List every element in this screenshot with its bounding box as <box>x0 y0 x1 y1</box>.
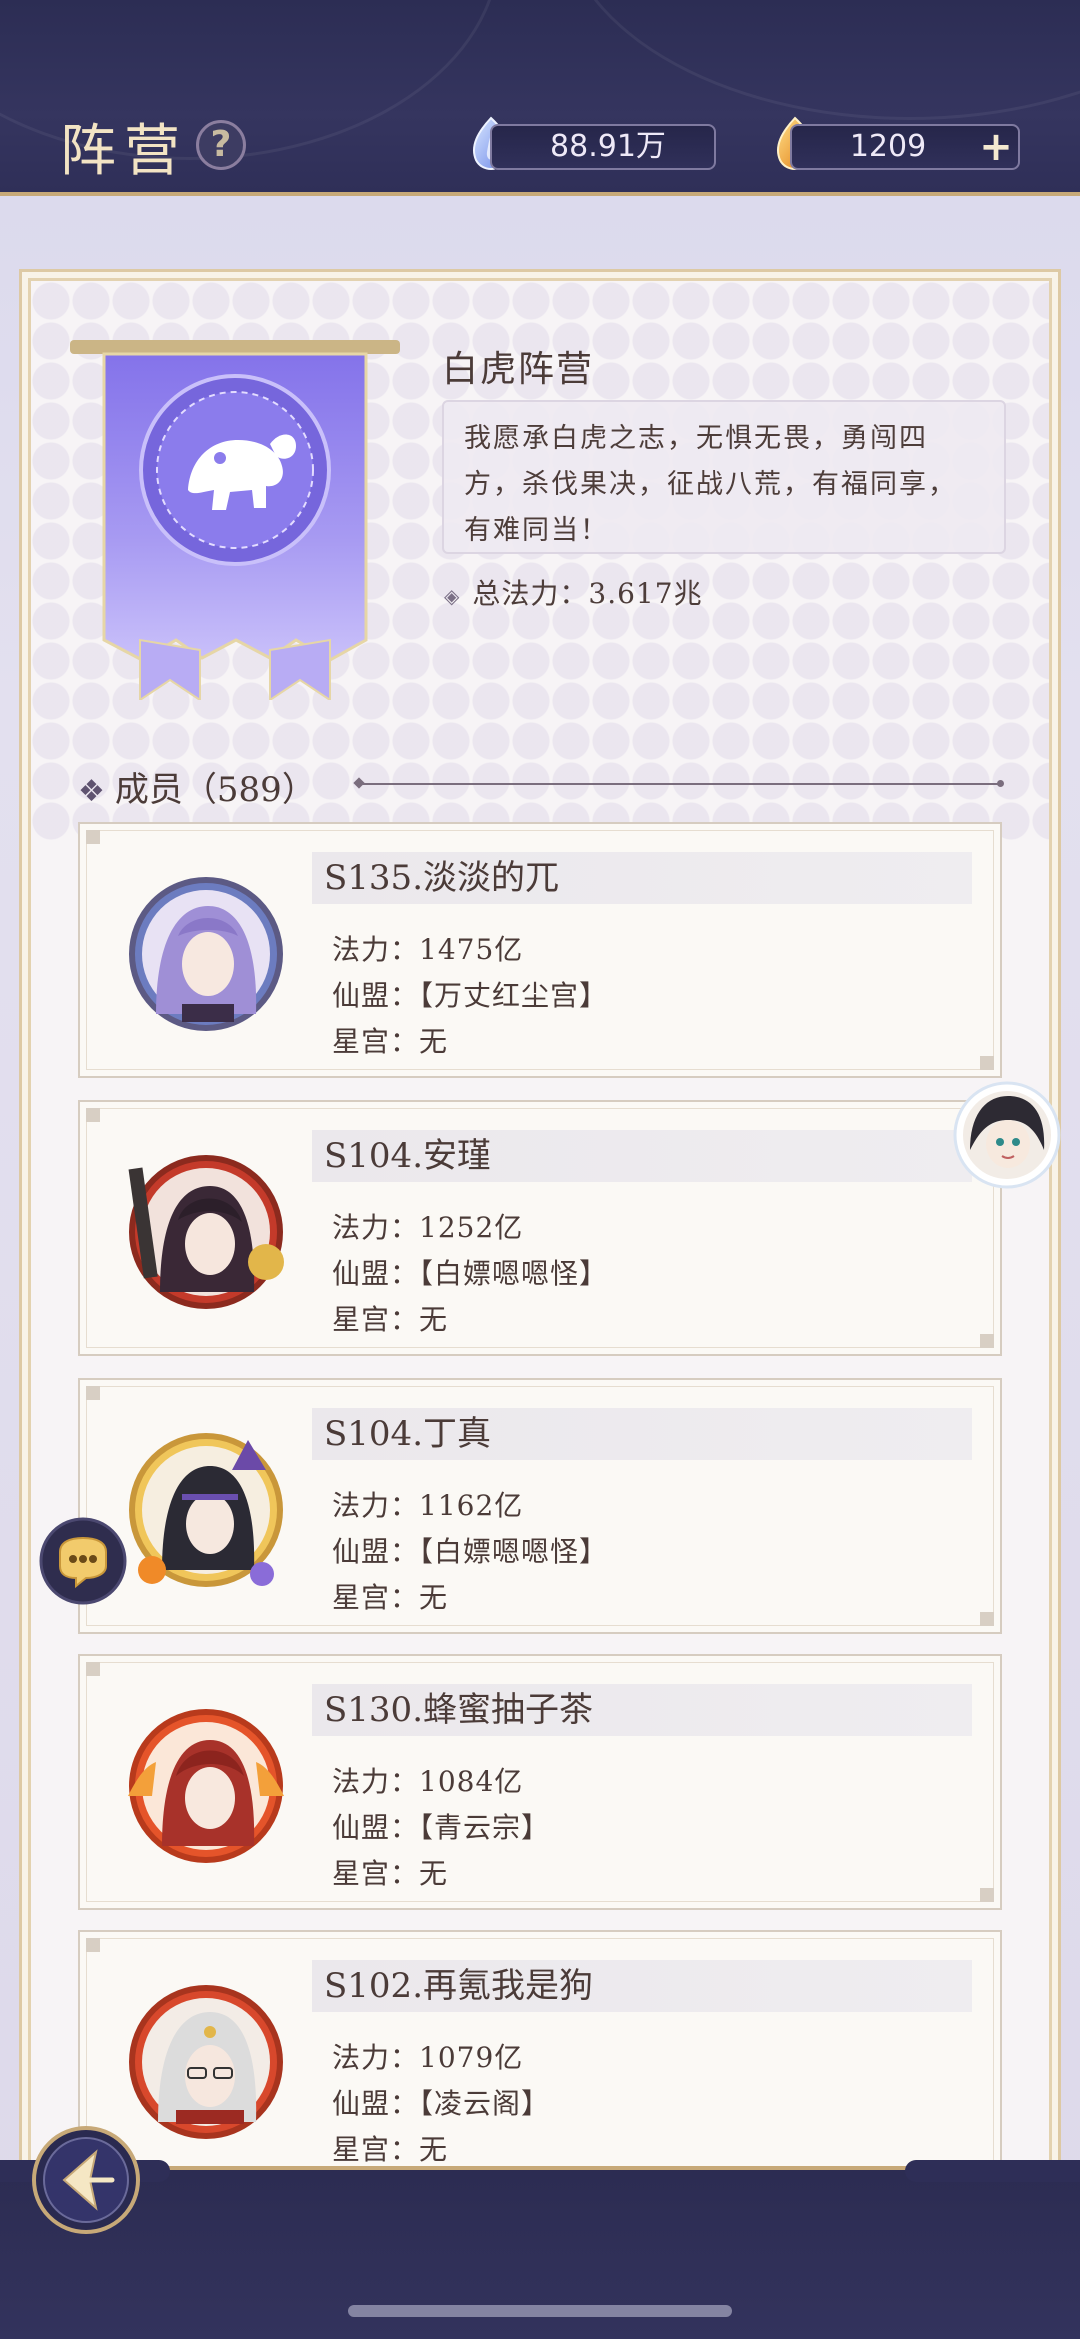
member-name: S104.丁真 <box>312 1408 972 1460</box>
member-palace: 星宫：无 <box>332 1025 449 1058</box>
motto-line: 我愿承白虎之志，无惧无畏，勇闯四 <box>464 423 928 454</box>
members-heading-label: 成员（ <box>114 770 217 810</box>
card-corner-ornament <box>86 1662 100 1676</box>
question-icon[interactable]: ? <box>196 120 246 170</box>
member-power: 法力：1079亿 <box>332 2041 524 2074</box>
faction-total-power: ◈ 总法力：3.617兆 <box>444 572 703 612</box>
members-divider <box>360 780 1004 787</box>
member-power: 法力：1252亿 <box>332 1211 524 1244</box>
member-name: S104.安瑾 <box>312 1130 972 1182</box>
member-card[interactable]: S104.安瑾 法力：1252亿 仙盟：【白嫖嗯嗯怪】 星宫：无 <box>78 1100 1002 1356</box>
member-card[interactable]: S135.淡淡的兀 法力：1475亿 仙盟：【万丈红尘宫】 星宫：无 <box>78 822 1002 1078</box>
member-card[interactable]: S104.丁真 法力：1162亿 仙盟：【白嫖嗯嗯怪】 星宫：无 <box>78 1378 1002 1634</box>
total-power-label: 总法力： <box>472 577 589 610</box>
add-currency-button[interactable]: + <box>976 127 1016 168</box>
faction-motto: 我愿承白虎之志，无惧无畏，勇闯四 方，杀伐果决，征战八荒，有福同享， 有难同当！ <box>442 400 1006 554</box>
card-corner-ornament <box>86 1938 100 1952</box>
diamond-cluster-icon: ❖ <box>78 774 105 809</box>
member-avatar[interactable] <box>116 1142 296 1322</box>
bottom-bar-ornament <box>905 2160 1080 2182</box>
member-name: S102.再氪我是狗 <box>312 1960 972 2012</box>
members-heading-close: ） <box>281 770 316 810</box>
member-power: 法力：1084亿 <box>332 1765 524 1798</box>
card-corner-ornament <box>980 1888 994 1902</box>
member-name: S130.蜂蜜抽子茶 <box>312 1684 972 1736</box>
back-arrow-icon[interactable] <box>30 2124 142 2236</box>
member-alliance: 仙盟：【青云宗】 <box>332 1811 551 1844</box>
member-alliance: 仙盟：【白嫖嗯嗯怪】 <box>332 1257 609 1290</box>
member-power: 法力：1162亿 <box>332 1489 524 1522</box>
card-corner-ornament <box>86 1386 100 1400</box>
members-count: 589 <box>216 770 282 810</box>
diamond-bullet-icon: ◈ <box>444 584 461 608</box>
member-palace: 星宫：无 <box>332 1581 449 1614</box>
member-palace: 星宫：无 <box>332 1303 449 1336</box>
member-avatar[interactable] <box>116 1420 296 1600</box>
motto-line: 方，杀伐果决，征战八荒，有福同享， <box>464 469 957 500</box>
faction-name: 白虎阵营 <box>442 349 595 390</box>
faction-banner <box>70 340 400 700</box>
member-avatar[interactable] <box>116 1696 296 1876</box>
card-corner-ornament <box>980 1334 994 1348</box>
member-power: 法力：1475亿 <box>332 933 524 966</box>
total-power-value: 3.617兆 <box>588 577 703 610</box>
member-avatar[interactable] <box>116 864 296 1044</box>
member-palace: 星宫：无 <box>332 2133 449 2166</box>
motto-line: 有难同当！ <box>464 515 609 546</box>
members-heading: ❖ 成员（589） <box>78 762 316 811</box>
header-swirl-decoration <box>560 0 1080 120</box>
member-alliance: 仙盟：【万丈红尘宫】 <box>332 979 609 1012</box>
card-corner-ornament <box>980 1056 994 1070</box>
member-card[interactable]: S102.再氪我是狗 法力：1079亿 仙盟：【凌云阁】 星宫：无 <box>78 1930 1002 2186</box>
card-corner-ornament <box>980 1612 994 1626</box>
member-alliance: 仙盟：【白嫖嗯嗯怪】 <box>332 1535 609 1568</box>
member-name: S135.淡淡的兀 <box>312 852 972 904</box>
member-card[interactable]: S130.蜂蜜抽子茶 法力：1084亿 仙盟：【青云宗】 星宫：无 <box>78 1654 1002 1910</box>
page-title: 阵营 <box>60 119 188 184</box>
member-alliance: 仙盟：【凌云阁】 <box>332 2087 551 2120</box>
member-avatar[interactable] <box>116 1972 296 2152</box>
card-corner-ornament <box>86 1108 100 1122</box>
chat-bubble-icon[interactable] <box>38 1516 128 1606</box>
member-palace: 星宫：无 <box>332 1857 449 1890</box>
spirit-stone-counter: 88.91万 <box>490 124 716 170</box>
card-corner-ornament <box>86 830 100 844</box>
floating-companion-avatar[interactable] <box>952 1080 1062 1190</box>
home-indicator[interactable] <box>348 2305 732 2317</box>
